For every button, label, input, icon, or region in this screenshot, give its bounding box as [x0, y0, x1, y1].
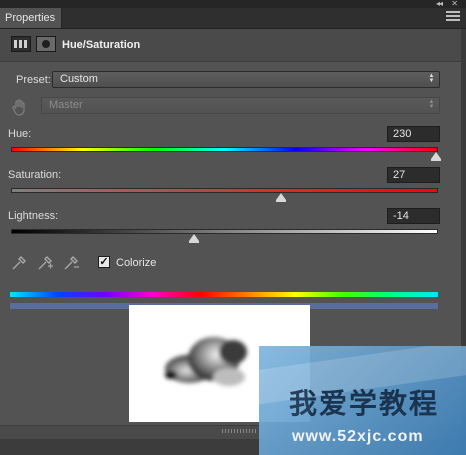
on-image-adjustment-hand-icon[interactable] — [10, 99, 28, 117]
saturation-slider-thumb[interactable] — [275, 193, 286, 202]
saturation-slider-track[interactable] — [11, 188, 438, 193]
adjustment-layer-icon[interactable] — [11, 36, 31, 52]
saturation-label: Saturation: — [8, 169, 62, 181]
layer-mask-icon[interactable] — [36, 36, 56, 52]
adjustment-header: Hue/Saturation — [0, 29, 461, 62]
lightness-label: Lightness: — [8, 210, 59, 222]
adjustment-title: Hue/Saturation — [62, 39, 141, 51]
eyedropper-plus-icon[interactable] — [36, 254, 54, 272]
watermark-url: www.52xjc.com — [292, 428, 424, 445]
hue-slider-thumb[interactable] — [431, 152, 441, 161]
preset-dropdown[interactable]: Custom ▲ ▼ — [52, 71, 440, 88]
hue-slider-track[interactable] — [11, 147, 438, 152]
tab-properties[interactable]: Properties — [0, 8, 62, 28]
preset-value: Custom — [60, 73, 98, 85]
lightness-slider-thumb[interactable] — [188, 234, 199, 243]
panel-dock-strip — [0, 0, 466, 8]
hue-value-field[interactable]: 230 — [387, 126, 440, 142]
collapse-panels-icon[interactable]: ◂◂ — [436, 0, 443, 8]
channel-value: Master — [49, 99, 83, 111]
colorize-checkbox[interactable]: ✓ — [98, 256, 110, 268]
preset-label: Preset: — [16, 74, 51, 86]
input-hue-spectrum — [10, 292, 438, 297]
lightness-slider-track[interactable] — [11, 229, 438, 234]
chevron-updown-icon: ▲ ▼ — [428, 99, 435, 110]
panel-menu-icon[interactable] — [446, 11, 460, 23]
eyedropper-icon[interactable] — [10, 254, 28, 272]
eyedropper-minus-icon[interactable] — [62, 254, 80, 272]
close-panel-icon[interactable]: ✕ — [451, 0, 458, 8]
hue-label: Hue: — [8, 128, 32, 140]
resize-grip[interactable] — [222, 429, 258, 433]
lightness-value-field[interactable]: -14 — [387, 208, 440, 224]
saturation-value-field[interactable]: 27 — [387, 167, 440, 183]
watermark-title: 我爱学教程 — [289, 387, 440, 420]
colorize-label: Colorize — [116, 257, 157, 269]
watermark-logo: 我爱学教程 www.52xjc.com — [259, 346, 466, 455]
panel-tab-bar: Properties — [0, 8, 466, 29]
chevron-updown-icon: ▲ ▼ — [428, 73, 435, 84]
channel-dropdown: Master ▲ ▼ — [41, 97, 440, 114]
